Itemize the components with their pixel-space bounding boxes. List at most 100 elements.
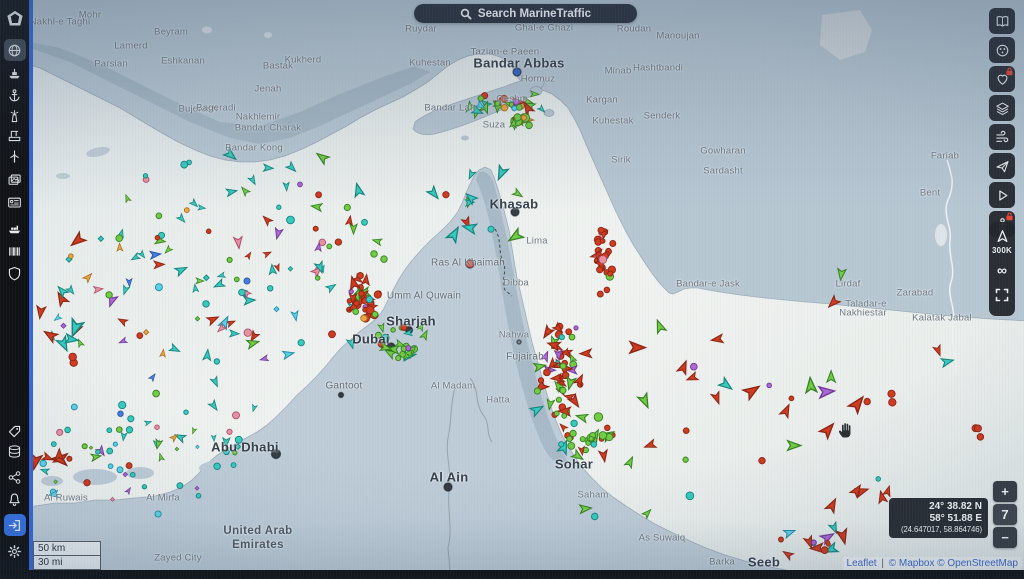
vessel-marker[interactable] [569,334,575,340]
vessel-marker[interactable] [366,296,372,302]
vessel-marker[interactable] [117,467,123,473]
vessel-marker[interactable] [443,192,449,198]
vessel-marker[interactable] [683,428,689,434]
vessel-marker[interactable] [825,540,831,547]
vessel-marker[interactable] [372,312,378,318]
vessel-marker[interactable] [51,442,56,447]
vessel-marker[interactable] [217,272,225,279]
cargo-ship-icon[interactable] [4,217,26,239]
vessel-marker[interactable] [610,240,616,246]
vessel-marker[interactable] [203,349,212,360]
search-bar[interactable]: Search MarineTraffic [414,4,637,23]
vessel-marker[interactable] [195,316,199,320]
vessel-marker[interactable] [120,432,127,440]
vessel-marker[interactable] [357,272,363,278]
vessel-marker[interactable] [263,249,272,257]
vessel-marker[interactable] [54,480,58,484]
vessel-marker[interactable] [501,105,507,111]
vessel-marker[interactable] [71,404,77,410]
globe-icon[interactable] [4,39,26,61]
vessel-marker[interactable] [566,329,572,335]
vessel-marker[interactable] [889,399,896,406]
vessel-marker[interactable] [233,412,240,419]
vessel-marker[interactable] [560,363,566,369]
vessel-marker[interactable] [580,504,592,513]
vessel-marker[interactable] [821,547,828,554]
map-canvas[interactable]: Bandar AbbasKhasabSharjahDubaiAbu DhabiA… [0,0,1024,570]
vessel-marker[interactable] [975,425,982,432]
vessel-marker[interactable] [184,208,189,213]
vessel-marker[interactable] [514,114,521,121]
vessel-marker[interactable] [521,115,526,120]
vessel-marker[interactable] [567,436,573,442]
vessel-marker[interactable] [53,314,62,323]
vessel-marker[interactable] [638,393,653,409]
vessel-marker[interactable] [575,412,588,423]
vessel-marker[interactable] [286,162,298,174]
vessel-marker[interactable] [116,427,122,433]
vessel-marker[interactable] [94,285,104,293]
ship-icon[interactable] [4,62,26,84]
vessel-marker[interactable] [864,398,870,404]
vessel-marker[interactable] [446,225,462,243]
fullscreen-button[interactable] [989,284,1015,306]
vessel-marker[interactable] [283,349,295,359]
vessel-marker[interactable] [941,356,954,367]
city-marker[interactable] [517,340,521,344]
crane-icon[interactable] [4,124,26,146]
vessel-marker[interactable] [213,279,225,290]
vessel-marker[interactable] [531,91,539,97]
book-button[interactable] [989,8,1015,34]
zoom-in-button[interactable]: + [993,481,1017,502]
vessel-marker[interactable] [126,427,132,433]
vessel-marker[interactable] [711,334,724,344]
vessel-marker[interactable] [55,284,68,297]
share-icon[interactable] [4,466,26,488]
vessel-marker[interactable] [494,165,508,181]
vessel-marker[interactable] [214,463,221,470]
vessel-marker[interactable] [160,349,166,357]
vessel-marker[interactable] [811,540,816,545]
anchor-icon[interactable] [4,84,26,106]
vessel-marker[interactable] [169,344,181,355]
vessel-marker[interactable] [190,199,200,209]
vessel-marker[interactable] [819,420,837,438]
logo-icon[interactable] [4,8,26,30]
vessel-marker[interactable] [381,256,388,263]
sign-in-icon[interactable] [4,514,26,536]
vessel-marker[interactable] [98,236,103,241]
vessel-marker[interactable] [530,403,545,417]
vessel-marker[interactable] [361,315,367,321]
vessel-marker[interactable] [107,448,113,454]
vessel-marker[interactable] [560,387,566,393]
vessel-marker[interactable] [506,229,523,245]
vessel-marker[interactable] [335,239,341,245]
vessel-marker[interactable] [534,388,540,394]
vessel-marker[interactable] [571,420,577,426]
vessel-marker[interactable] [605,425,611,431]
vessel-marker[interactable] [230,330,240,337]
vessel-marker[interactable] [406,346,411,351]
vessel-marker[interactable] [143,174,147,178]
vessel-marker[interactable] [118,411,123,416]
vessel-marker[interactable] [231,463,236,468]
vessel-marker[interactable] [516,104,522,110]
vessel-marker[interactable] [234,277,239,282]
vessel-marker[interactable] [154,261,165,269]
vessel-marker[interactable] [326,282,338,293]
vessel-marker[interactable] [198,205,206,211]
vessel-marker[interactable] [68,232,86,249]
vessel-marker[interactable] [117,243,123,251]
vessel-marker[interactable] [261,214,273,226]
vessel-marker[interactable] [643,440,656,451]
vessel-marker[interactable] [876,477,881,482]
vessel-marker[interactable] [287,216,295,224]
vessel-marker[interactable] [570,430,576,436]
vessel-marker[interactable] [177,214,187,225]
vessel-marker[interactable] [119,401,126,408]
vessel-marker[interactable] [113,442,117,446]
vessel-marker[interactable] [545,329,551,335]
vessel-marker[interactable] [580,437,585,442]
vessel-marker[interactable] [594,413,603,422]
vessel-marker[interactable] [427,186,442,201]
